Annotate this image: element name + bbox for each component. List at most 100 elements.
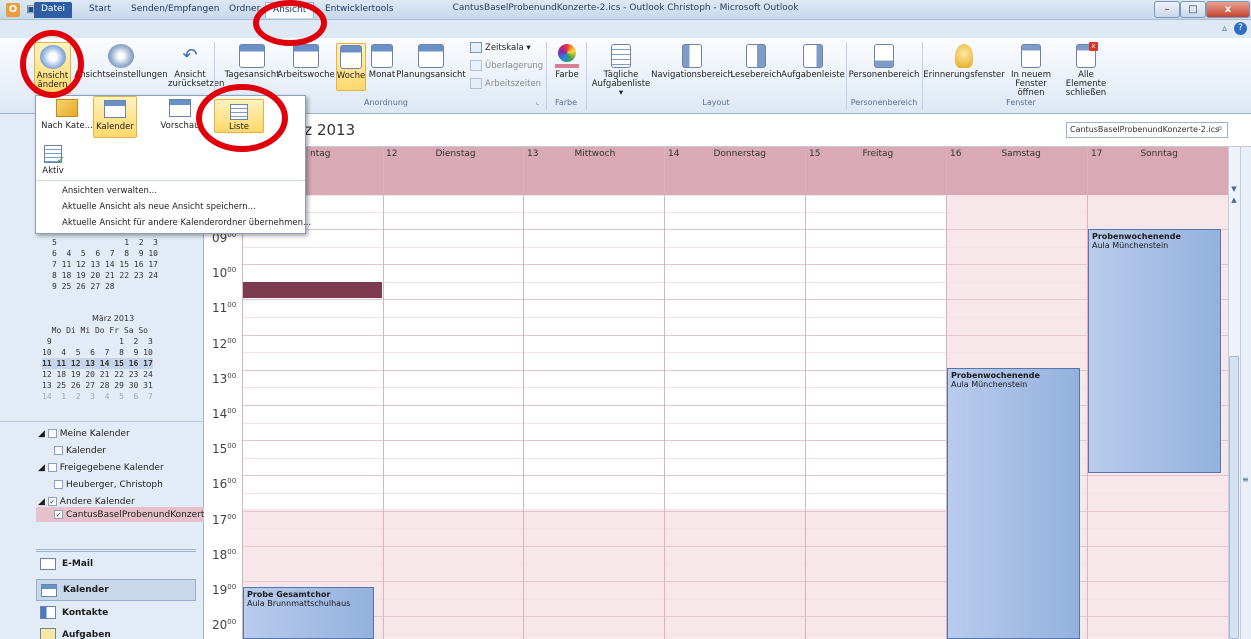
close-all-items-button[interactable]: x Alle Elemente schließen	[1060, 42, 1112, 98]
navigation-pane-button[interactable]: Navigationsbereich	[651, 44, 733, 80]
tab-view[interactable]: Ansicht	[265, 2, 315, 18]
reading-pane-label: Lesebereich	[730, 70, 782, 80]
hour-gridline	[242, 475, 1228, 477]
scroll-down-icon[interactable]: ▼	[1229, 185, 1239, 195]
hour-label: 1200	[212, 336, 237, 351]
day-header-monday[interactable]: ntag	[310, 149, 330, 159]
hour-gridline	[242, 510, 1228, 512]
help-icon[interactable]: ?	[1234, 22, 1247, 35]
grip-icon[interactable]: ≡	[1242, 475, 1249, 484]
reminders-window-button[interactable]: Erinnerungsfenster	[923, 44, 1005, 80]
to-do-bar-button[interactable]: Aufgabenleiste	[781, 44, 845, 80]
event-probenwochenende-saturday[interactable]: Probenwochenende Aula Münchenstein	[947, 368, 1080, 639]
people-pane-button[interactable]: Personenbereich	[848, 44, 920, 80]
search-icon[interactable]: ⌕	[1217, 123, 1223, 134]
work-week-label: Arbeitswoche	[277, 70, 335, 80]
day-header-saturday[interactable]: 16 Samstag	[950, 149, 1041, 159]
close-button[interactable]: x	[1206, 1, 1250, 18]
checkbox[interactable]	[47, 463, 57, 472]
checkbox[interactable]: ✓	[54, 510, 63, 519]
people-pane-icon	[874, 44, 894, 68]
event-probenwochenende-sunday[interactable]: Probenwochenende Aula Münchenstein	[1088, 229, 1221, 473]
color-button[interactable]: Farbe	[552, 44, 582, 80]
day-header-wednesday[interactable]: 13 Mittwoch	[527, 149, 615, 159]
view-option-calendar[interactable]: Kalender	[93, 96, 137, 138]
view-option-by-category[interactable]: Nach Kate...	[41, 99, 93, 131]
time-scale-button[interactable]: Zeitskala ▾	[470, 42, 531, 53]
view-option-list[interactable]: Liste	[214, 99, 264, 133]
nav-mail[interactable]: E-Mail	[40, 558, 93, 570]
calendar-schedule-icon	[418, 44, 444, 68]
hour-gridline	[242, 405, 1228, 406]
reset-icon: ↶	[182, 45, 198, 66]
hour-gridline	[242, 440, 1228, 442]
checkbox[interactable]: ✓	[47, 497, 57, 506]
checkbox[interactable]	[47, 429, 57, 438]
work-hours-button[interactable]: Arbeitszeiten	[470, 78, 541, 89]
reading-pane-button[interactable]: Lesebereich	[730, 44, 782, 80]
work-week-button[interactable]: Arbeitswoche	[277, 44, 335, 80]
contacts-icon	[40, 606, 56, 619]
daily-task-list-button[interactable]: Tägliche Aufgabenliste ▾	[588, 44, 654, 98]
tab-send-receive[interactable]: Senden/Empfangen	[124, 2, 226, 18]
calendar-day-icon	[239, 44, 265, 68]
ribbon-tab-row	[0, 20, 1251, 38]
hour-gridline	[242, 369, 1228, 371]
folder-cantus-calendar[interactable]: ✓ CantusBaselProbenundKonzerte	[36, 507, 204, 522]
reset-view-button[interactable]: ↶ Ansicht zurücksetzen	[168, 44, 224, 89]
minimize-ribbon-icon[interactable]: ▵	[1222, 23, 1227, 34]
tab-developer[interactable]: Entwicklertools	[318, 2, 400, 18]
tab-folder[interactable]: Ordner	[222, 2, 267, 18]
folder-calendar[interactable]: Kalender	[54, 446, 106, 456]
open-in-new-window-button[interactable]: In neuem Fenster öffnen	[1004, 44, 1058, 98]
search-input[interactable]: CantusBaselProbenundKonzerte-2.ics	[1066, 122, 1228, 138]
menu-save-view-as-new[interactable]: Aktuelle Ansicht als neue Ansicht speich…	[62, 202, 256, 212]
scrollbar-thumb[interactable]	[1229, 356, 1239, 639]
half-hour-gridline	[242, 493, 1228, 494]
hour-label: 1900	[212, 583, 237, 597]
checkbox[interactable]	[54, 480, 63, 489]
checkbox[interactable]	[54, 446, 63, 455]
nav-tasks[interactable]: Aufgaben	[40, 628, 111, 639]
hour-gridline	[242, 616, 1228, 618]
maximize-button[interactable]: □	[1180, 1, 1206, 18]
mini-calendar-march[interactable]: Mo Di Mi Do Fr Sa So 9 1 2 3 10 4 5 6 7 8…	[42, 325, 153, 402]
day-header-sunday[interactable]: 17 Sonntag	[1091, 149, 1178, 159]
menu-apply-view-to-folders[interactable]: Aktuelle Ansicht für andere Kalenderordn…	[62, 218, 311, 228]
minimize-button[interactable]: –	[1154, 1, 1180, 18]
view-option-preview[interactable]: Vorschau	[160, 99, 200, 131]
schedule-view-button[interactable]: Planungsansicht	[396, 44, 466, 80]
overlay-button[interactable]: Überlagerung	[470, 60, 543, 71]
mini-calendar-february[interactable]: Mo Di Mi Do Fr Sa So5 1 2 36 4 5 6 7 8 9…	[52, 226, 158, 292]
folder-heuberger[interactable]: Heuberger, Christoph	[54, 480, 163, 490]
day-header-tuesday[interactable]: 12 Dienstag	[386, 149, 476, 159]
week-button[interactable]: Woche	[336, 43, 366, 91]
change-view-button[interactable]: Ansicht ändern	[34, 42, 71, 94]
pane-splitter[interactable]	[36, 549, 196, 552]
nav-contacts[interactable]: Kontakte	[40, 606, 108, 619]
nav-calendar[interactable]: Kalender	[36, 579, 196, 601]
day-view-button[interactable]: Tagesansicht	[225, 44, 279, 80]
month-button[interactable]: Monat	[368, 44, 396, 80]
view-option-active[interactable]: ✓ Aktiv	[41, 145, 65, 176]
scroll-up-icon[interactable]: ▲	[1229, 196, 1239, 206]
folder-group-my-calendars[interactable]: ◢ Meine Kalender	[38, 429, 130, 439]
day-header-friday[interactable]: 15 Freitag	[809, 149, 893, 159]
dialog-launcher-icon[interactable]: ⌞	[536, 98, 539, 106]
tab-start[interactable]: Start	[82, 2, 118, 18]
menu-manage-views[interactable]: Ansichten verwalten...	[62, 186, 157, 196]
collapse-arrow-icon: ◢	[38, 497, 48, 507]
event-selected-slot[interactable]	[243, 282, 382, 298]
view-settings-button[interactable]: Ansichtseinstellungen	[74, 44, 168, 80]
tab-file[interactable]: Datei	[34, 2, 73, 18]
calendar-view-icon	[104, 100, 126, 118]
folder-group-other-calendars[interactable]: ◢ ✓ Andere Kalender	[38, 497, 135, 507]
folder-group-shared-calendars[interactable]: ◢ Freigegebene Kalender	[38, 463, 164, 473]
list-view-icon	[230, 104, 248, 120]
to-do-bar-collapsed[interactable]	[1240, 147, 1251, 639]
half-hour-gridline	[242, 528, 1228, 530]
event-probe-gesamtchor[interactable]: Probe Gesamtchor Aula Brunnmattschulhaus	[243, 587, 374, 639]
hour-label: 1100	[212, 301, 237, 316]
day-header-thursday[interactable]: 14 Donnerstag	[668, 149, 766, 159]
view-settings-label: Ansichtseinstellungen	[74, 70, 168, 80]
